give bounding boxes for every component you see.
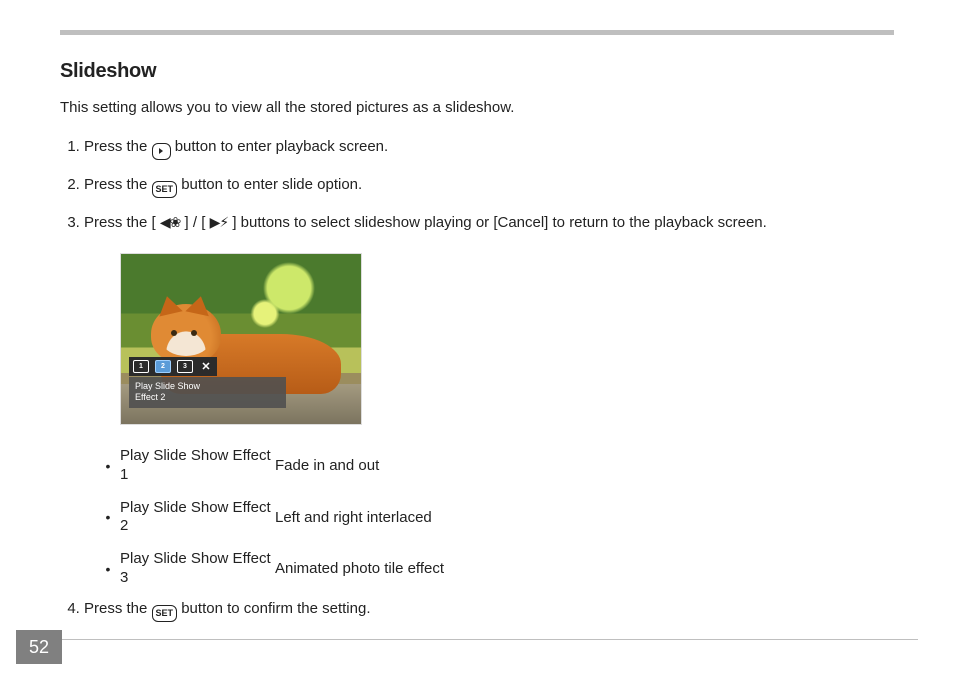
bullet-icon: • [96,509,120,525]
effect-2-desc: Left and right interlaced [275,509,495,526]
playback-icon [152,143,171,160]
step-4: Press the SET button to confirm the sett… [84,598,894,622]
step-1: Press the button to enter playback scree… [84,136,894,160]
step-3: Press the [ ◀❀ ] / [ ▶⚡ ] buttons to sel… [84,212,894,234]
page-number: 52 [16,630,62,664]
step-1-post: button to enter playback screen. [175,138,388,155]
step-list-continued: Press the SET button to confirm the sett… [60,598,894,622]
toolbar-effect-2-icon: 2 [155,360,171,373]
step-4-post: button to confirm the setting. [181,600,370,617]
photo-toolbar: 1 2 3 ✕ [129,357,217,376]
bottom-rule [60,639,918,640]
step-3-pre: Press the [ [84,214,160,231]
step-2-post: button to enter slide option. [181,176,362,193]
section-heading: Slideshow [60,60,894,83]
effect-1-desc: Fade in and out [275,457,495,474]
step-1-pre: Press the [84,138,152,155]
photo-caption-line1: Play Slide Show [135,381,280,393]
effect-1-label: Play Slide Show Effect 1 [120,447,275,485]
toolbar-effect-3-icon: 3 [177,360,193,373]
effect-3-label: Play Slide Show Effect 3 [120,550,275,588]
bullet-icon: • [96,561,120,577]
set-icon: SET [152,605,178,622]
bullet-icon: • [96,458,120,474]
effect-3-desc: Animated photo tile effect [275,560,495,577]
intro-text: This setting allows you to view all the … [60,97,894,118]
right-arrow-icon: ▶⚡ [210,215,229,231]
example-photo: 1 2 3 ✕ Play Slide Show Effect 2 [120,253,362,425]
left-arrow-icon: ◀❀ [160,215,181,231]
top-rule [60,30,894,35]
step-3-mid: ] / [ [185,214,210,231]
step-2-pre: Press the [84,176,152,193]
step-3-post: ] buttons to select slideshow playing or… [232,214,766,231]
toolbar-close-icon: ✕ [199,360,213,373]
toolbar-effect-1-icon: 1 [133,360,149,373]
photo-caption: Play Slide Show Effect 2 [129,377,286,408]
set-icon: SET [152,181,178,198]
effects-table: • Play Slide Show Effect 1 Fade in and o… [96,447,894,588]
step-2: Press the SET button to enter slide opti… [84,174,894,198]
photo-caption-line2: Effect 2 [135,392,280,404]
step-4-pre: Press the [84,600,152,617]
effect-2-label: Play Slide Show Effect 2 [120,499,275,537]
step-list: Press the button to enter playback scree… [60,136,894,233]
